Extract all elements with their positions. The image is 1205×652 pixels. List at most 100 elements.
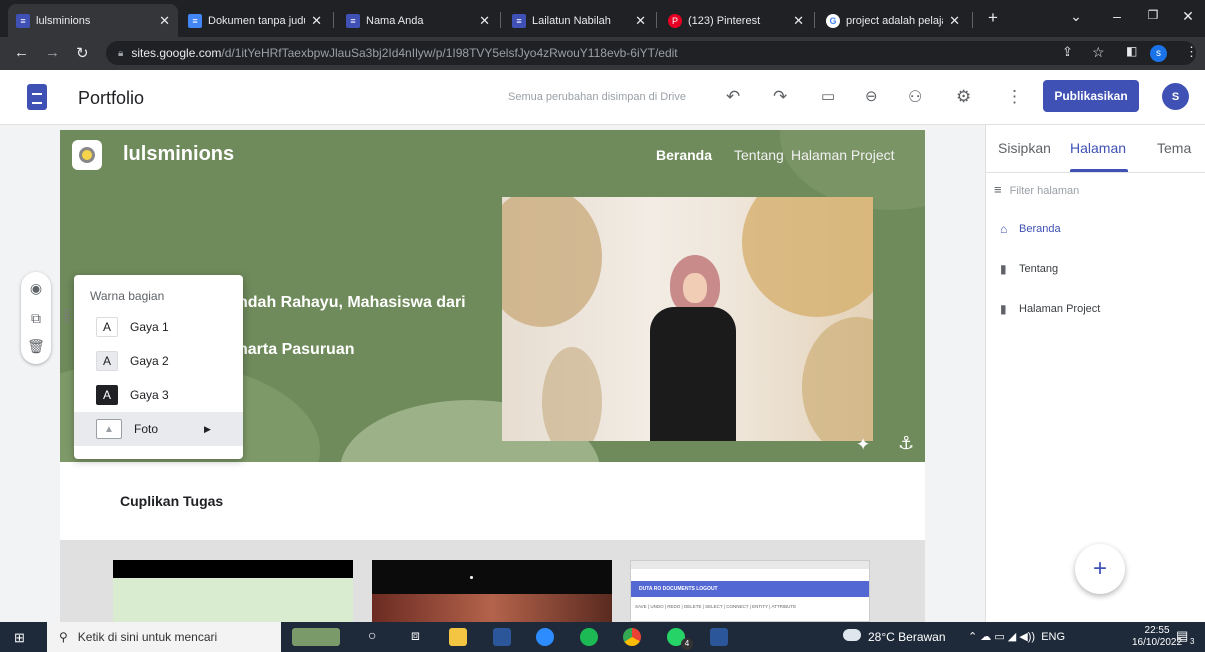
side-panel-icon[interactable]: ◧ xyxy=(1126,44,1137,58)
clock-date: 16/10/2022 xyxy=(1132,637,1183,648)
taskbar-clock[interactable]: 22:55 16/10/2022 xyxy=(1132,625,1182,649)
cortana-icon[interactable]: ○ xyxy=(368,627,376,643)
close-tab-icon[interactable]: ✕ xyxy=(793,13,804,29)
filter-pages-field[interactable]: ≡ Filter halaman xyxy=(994,182,1079,197)
close-tab-icon[interactable]: ✕ xyxy=(635,13,646,29)
search-highlight-icon[interactable] xyxy=(292,628,340,646)
taskbar-search-box[interactable]: ⚲ Ketik di sini untuk mencari xyxy=(47,622,281,652)
page-item-label: Tentang xyxy=(1019,263,1059,275)
nav-link-halaman-project[interactable]: Halaman Project xyxy=(791,147,895,163)
zoom-icon[interactable] xyxy=(536,628,554,646)
tab-tema[interactable]: Tema xyxy=(1157,140,1191,156)
file-explorer-icon[interactable] xyxy=(449,628,467,646)
share-person-icon[interactable]: ⚇ xyxy=(908,87,922,107)
url-field[interactable]: 🔒︎ sites.google.com/d/1itYeHRfTaexbpwJla… xyxy=(106,41,1196,65)
reload-icon[interactable]: ↻ xyxy=(76,44,89,62)
undo-icon[interactable]: ↶ xyxy=(726,87,740,107)
menu-item-gaya-1[interactable]: A Gaya 1 xyxy=(74,310,243,344)
hero-text-line-2[interactable]: harta Pasuruan xyxy=(238,341,354,359)
menu-item-label: Gaya 2 xyxy=(130,354,169,368)
close-tab-icon[interactable]: ✕ xyxy=(949,13,960,29)
tab-search-chevron-icon[interactable]: ⌄ xyxy=(1066,8,1086,25)
delete-section-icon[interactable]: 🗑︎ xyxy=(27,338,45,355)
word-icon-2[interactable] xyxy=(710,628,728,646)
add-page-button[interactable]: + xyxy=(1075,544,1125,594)
profile-avatar[interactable]: s xyxy=(1150,45,1167,62)
palette-icon[interactable]: ◉ xyxy=(27,280,45,297)
sparkle-icon[interactable]: ✦ xyxy=(856,435,870,455)
browser-tab-4[interactable]: ≡ Lailatun Nabilah ✕ xyxy=(504,4,654,37)
gallery-thumbnail-1[interactable] xyxy=(113,560,353,622)
page-item-label: Beranda xyxy=(1019,223,1061,235)
restore-icon[interactable]: ❐ xyxy=(1143,8,1163,22)
new-tab-icon[interactable]: + xyxy=(983,8,1003,28)
gallery-thumbnail-3[interactable]: DUTA RO DOCUMENTS LOGOUT SAVE | UNDO | R… xyxy=(630,560,870,622)
menu-item-label: Foto xyxy=(134,422,159,436)
browser-menu-icon[interactable]: ⋮ xyxy=(1185,44,1198,60)
browser-tab-1[interactable]: ≡ lulsminions ✕ xyxy=(8,4,178,37)
search-placeholder: Ketik di sini untuk mencari xyxy=(77,630,218,644)
gallery-thumbnail-2[interactable] xyxy=(372,560,612,622)
pinterest-icon: P xyxy=(668,13,682,28)
nav-link-beranda[interactable]: Beranda xyxy=(656,147,712,163)
system-tray[interactable]: ⌃ ☁ ▭ ◢ ◀)) ENG xyxy=(968,630,1065,643)
sites-icon: ≡ xyxy=(16,13,30,28)
chrome-icon[interactable] xyxy=(623,628,641,646)
weather-text[interactable]: 28°C Berawan xyxy=(868,630,946,644)
browser-tab-6[interactable]: G project adalah pelajar ✕ xyxy=(818,4,968,37)
sites-logo-icon[interactable] xyxy=(27,84,47,110)
browser-tab-3[interactable]: ≡ Nama Anda ✕ xyxy=(338,4,498,37)
close-tab-icon[interactable]: ✕ xyxy=(479,13,490,29)
language-indicator[interactable]: ENG xyxy=(1041,631,1065,643)
hero-text-line-1[interactable]: ndah Rahayu, Mahasiswa dari xyxy=(238,294,466,312)
link-icon[interactable]: ⊖ xyxy=(865,87,878,105)
minion-logo-icon[interactable] xyxy=(72,140,102,170)
publish-button[interactable]: Publikasikan xyxy=(1043,80,1139,112)
spotify-icon[interactable] xyxy=(580,628,598,646)
tab-halaman[interactable]: Halaman xyxy=(1070,140,1126,156)
minimize-icon[interactable]: – xyxy=(1107,8,1127,24)
close-tab-icon[interactable]: ✕ xyxy=(311,13,322,29)
page-item-tentang[interactable]: ▮ Tentang xyxy=(1000,262,1059,276)
menu-title: Warna bagian xyxy=(90,289,165,303)
drag-handle-icon[interactable] xyxy=(64,308,70,324)
notification-icon[interactable]: ▤ xyxy=(1176,628,1188,644)
page-file-icon: ▮ xyxy=(1000,262,1007,276)
browser-tab-5[interactable]: P (123) Pinterest ✕ xyxy=(660,4,812,37)
pampas-decoration xyxy=(502,197,602,327)
bookmark-star-icon[interactable]: ☆ xyxy=(1092,44,1105,61)
site-document-title[interactable]: Portfolio xyxy=(78,88,144,109)
tab-sisipkan[interactable]: Sisipkan xyxy=(998,140,1051,156)
section-toolbar: ◉ ⧉ 🗑︎ xyxy=(21,272,51,364)
tab-title: (123) Pinterest xyxy=(688,14,761,27)
duplicate-section-icon[interactable]: ⧉ xyxy=(27,310,45,327)
menu-item-foto[interactable]: ▲ Foto ▶ xyxy=(74,412,243,446)
redo-icon[interactable]: ↷ xyxy=(773,87,787,107)
section-heading[interactable]: Cuplikan Tugas xyxy=(120,493,223,509)
account-avatar[interactable]: S xyxy=(1162,83,1189,110)
page-item-halaman-project[interactable]: ▮ Halaman Project xyxy=(1000,302,1100,316)
nav-link-tentang[interactable]: Tentang xyxy=(734,147,784,163)
close-window-icon[interactable]: ✕ xyxy=(1178,8,1198,25)
word-icon[interactable] xyxy=(493,628,511,646)
more-options-icon[interactable]: ⋮ xyxy=(1006,87,1023,107)
hero-photo[interactable] xyxy=(502,197,873,441)
anchor-icon[interactable]: ⚓︎ xyxy=(898,433,914,454)
settings-gear-icon[interactable]: ⚙ xyxy=(956,87,971,107)
home-icon: ⌂ xyxy=(1000,222,1008,236)
sites-icon: ≡ xyxy=(512,13,526,28)
share-icon[interactable]: ⇪ xyxy=(1062,44,1073,60)
menu-item-gaya-2[interactable]: A Gaya 2 xyxy=(74,344,243,378)
browser-tab-2[interactable]: ≡ Dokumen tanpa judul ✕ xyxy=(180,4,330,37)
close-tab-icon[interactable]: ✕ xyxy=(159,13,170,29)
task-view-icon[interactable]: ⧈ xyxy=(411,627,420,644)
menu-item-gaya-3[interactable]: A Gaya 3 xyxy=(74,378,243,412)
forward-icon[interactable]: → xyxy=(45,44,60,61)
page-item-beranda[interactable]: ⌂ Beranda xyxy=(1000,222,1061,236)
windows-start-icon[interactable]: ⊞ xyxy=(14,630,25,646)
thumbnail-button: REDO xyxy=(667,604,681,609)
back-icon[interactable]: ← xyxy=(14,44,29,61)
filter-icon: ≡ xyxy=(994,182,1002,197)
preview-icon[interactable]: ▭ xyxy=(821,87,835,105)
site-name[interactable]: lulsminions xyxy=(123,143,234,166)
